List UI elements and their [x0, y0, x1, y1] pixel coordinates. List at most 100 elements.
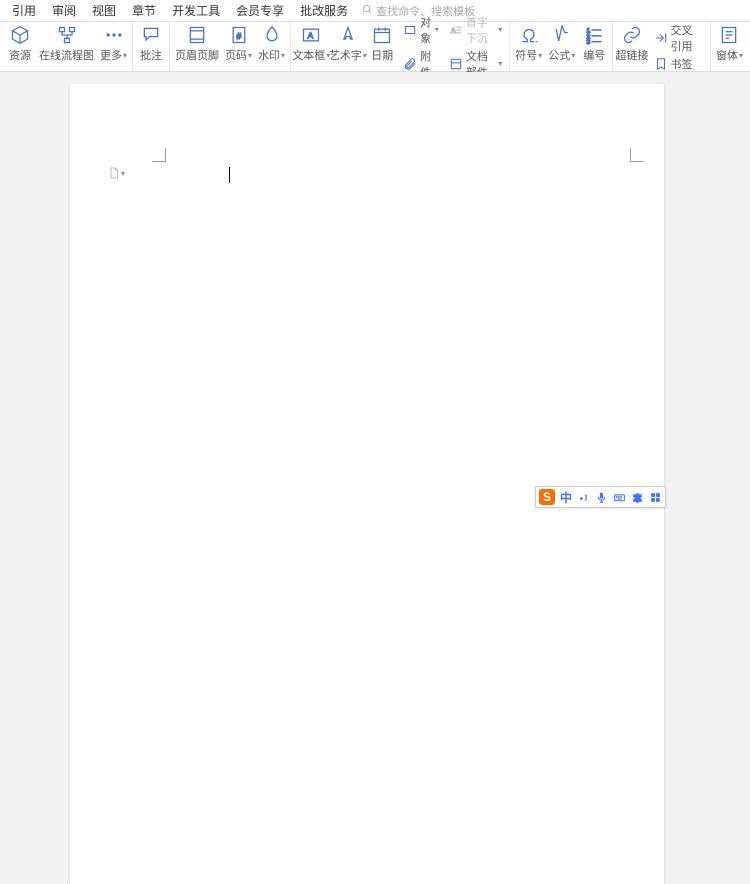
ime-toolbar[interactable]: S 中	[535, 486, 666, 508]
comment-icon	[140, 24, 162, 46]
paperclip-icon	[403, 57, 417, 71]
hyperlink-label: 超链接	[615, 47, 648, 63]
chevron-down-icon: ▾	[435, 25, 439, 34]
textbox-button[interactable]: A 文本框▾	[293, 22, 330, 71]
search-icon	[362, 4, 373, 18]
watermark-label: 水印	[258, 47, 280, 63]
menu-bar: 引用 审阅 视图 章节 开发工具 会员专享 批改服务 查找命令、搜索模板	[0, 0, 750, 22]
ribbon-toolbar: 资源 在线流程图 更多▾ 批注 页眉页脚 # 页码▾ 水印▾	[0, 22, 750, 72]
svg-text:#: #	[236, 31, 241, 41]
chevron-down-icon: ▾	[123, 51, 127, 60]
forms-button[interactable]: 窗体▾	[713, 22, 746, 71]
group-forms: 窗体▾	[711, 22, 748, 71]
stack-attachment: 对象▾ 附件	[398, 22, 444, 71]
stack-parts: A 首字下沉▾ 文档部件▾	[444, 22, 507, 71]
symbol-button[interactable]: 符号▾	[512, 22, 545, 71]
pagenumber-icon: #	[228, 24, 250, 46]
equation-button[interactable]: 公式▾	[545, 22, 578, 71]
equation-label: 公式	[548, 47, 570, 63]
group-comment: 批注	[133, 22, 170, 71]
cube-icon	[9, 24, 31, 46]
bookmark-label: 书签	[671, 56, 693, 72]
forms-label: 窗体	[716, 47, 738, 63]
headerfooter-button[interactable]: 页眉页脚	[172, 22, 222, 71]
resources-button[interactable]: 资源	[4, 22, 36, 71]
menu-chapter[interactable]: 章节	[124, 0, 164, 22]
calendar-icon	[371, 24, 393, 46]
more-icon	[103, 24, 125, 46]
numbering-icon: 123	[583, 24, 605, 46]
menu-devtools[interactable]: 开发工具	[164, 0, 228, 22]
crossref-label: 交叉引用	[671, 22, 703, 54]
group-headerfooter: 页眉页脚 # 页码▾ 水印▾	[170, 22, 291, 71]
group-resources: 资源 在线流程图 更多▾	[2, 22, 133, 71]
docparts-icon	[449, 57, 463, 71]
group-textobj: A 文本框▾ 艺术字▾ 日期 对象▾ 附件 A 首字下沉▾	[291, 22, 510, 71]
menu-references[interactable]: 引用	[4, 0, 44, 22]
ime-menu-icon[interactable]	[649, 491, 662, 504]
textbox-icon: A	[300, 24, 322, 46]
dropcap-button[interactable]: A 首字下沉▾	[446, 13, 505, 47]
chevron-down-icon: ▾	[538, 51, 542, 60]
menu-corrections[interactable]: 批改服务	[292, 0, 356, 22]
ime-keyboard-icon[interactable]	[613, 491, 626, 504]
numbering-label: 编号	[583, 47, 605, 63]
link-icon	[621, 24, 643, 46]
hyperlink-button[interactable]: 超链接	[615, 22, 648, 71]
bookmark-icon	[654, 57, 668, 71]
svg-text:A: A	[308, 30, 314, 40]
group-symbol: 符号▾ 公式▾ 123 编号	[510, 22, 613, 71]
chevron-down-icon: ▾	[281, 51, 285, 60]
watermark-icon	[261, 24, 283, 46]
sogou-logo-icon[interactable]: S	[539, 489, 555, 505]
margin-guide-topright	[630, 148, 644, 162]
equation-icon	[551, 24, 573, 46]
crossref-icon	[654, 31, 668, 45]
dropcap-label: 首字下沉	[466, 14, 495, 46]
menu-review[interactable]: 审阅	[44, 0, 84, 22]
crossref-button[interactable]: 交叉引用	[651, 21, 706, 55]
comment-label: 批注	[140, 47, 162, 63]
document-workspace: ▾ S 中	[0, 72, 750, 663]
textbox-label: 文本框	[292, 47, 325, 63]
margin-guide-topleft	[152, 148, 166, 162]
pagenumber-label: 页码	[225, 47, 247, 63]
chevron-down-icon: ▾	[121, 169, 125, 178]
more-label: 更多	[100, 47, 122, 63]
menu-view[interactable]: 视图	[84, 0, 124, 22]
headerfooter-label: 页眉页脚	[175, 47, 219, 63]
comment-button[interactable]: 批注	[135, 22, 167, 71]
dropcap-icon: A	[449, 23, 463, 37]
more-button[interactable]: 更多▾	[97, 22, 130, 71]
chevron-down-icon: ▾	[498, 25, 502, 34]
numbering-button[interactable]: 123 编号	[578, 22, 610, 71]
menu-vip[interactable]: 会员专享	[228, 0, 292, 22]
wordart-icon	[337, 24, 359, 46]
chevron-down-icon: ▾	[248, 51, 252, 60]
svg-text:3: 3	[587, 39, 591, 45]
object-icon	[403, 23, 417, 37]
object-button[interactable]: 对象▾	[400, 13, 442, 47]
bookmark-button[interactable]: 书签	[651, 55, 706, 73]
ime-language-indicator[interactable]: 中	[560, 489, 572, 506]
ime-mic-icon[interactable]	[595, 491, 608, 504]
omega-icon	[518, 24, 540, 46]
pagenumber-button[interactable]: # 页码▾	[222, 22, 255, 71]
flowchart-button[interactable]: 在线流程图	[36, 22, 97, 71]
date-button[interactable]: 日期	[366, 22, 398, 71]
stack-bookmarks: 交叉引用 书签	[649, 22, 708, 71]
object-label: 对象	[420, 14, 432, 46]
wordart-button[interactable]: 艺术字▾	[330, 22, 367, 71]
document-icon	[108, 166, 120, 180]
watermark-button[interactable]: 水印▾	[255, 22, 288, 71]
document-page[interactable]: ▾ S 中	[70, 84, 664, 884]
wordart-label: 艺术字	[329, 47, 362, 63]
chevron-down-icon: ▾	[739, 51, 743, 60]
resources-label: 资源	[9, 47, 31, 63]
headerfooter-icon	[186, 24, 208, 46]
paragraph-panel-toggle[interactable]: ▾	[108, 166, 125, 180]
text-cursor	[229, 167, 230, 183]
ime-skin-icon[interactable]	[631, 491, 644, 504]
ime-punct-icon[interactable]	[577, 491, 590, 504]
date-label: 日期	[371, 47, 393, 63]
